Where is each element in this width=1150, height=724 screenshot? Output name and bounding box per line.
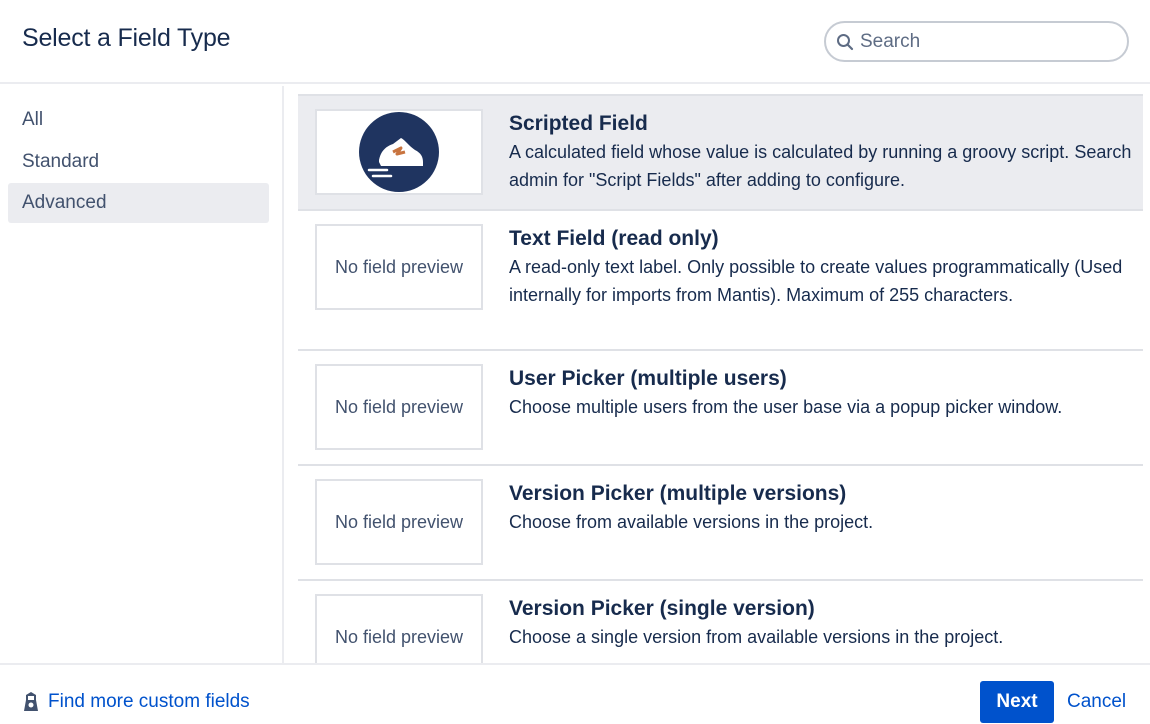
search-box[interactable]	[824, 21, 1129, 62]
dialog-header: Select a Field Type	[0, 0, 1150, 84]
field-preview: No field preview	[315, 364, 483, 450]
sidebar-item-standard[interactable]: Standard	[8, 142, 269, 182]
find-more-custom-fields-link[interactable]: Find more custom fields	[22, 689, 250, 715]
field-name: Scripted Field	[509, 112, 648, 135]
marketplace-icon	[24, 692, 38, 711]
field-preview: No field preview	[315, 594, 483, 663]
field-name: User Picker (multiple users)	[509, 367, 787, 390]
dialog-footer: Find more custom fields Next Cancel	[0, 663, 1150, 724]
field-description: A calculated field whose value is calcul…	[509, 142, 1132, 190]
field-description: Choose a single version from available v…	[509, 627, 1004, 647]
find-more-label[interactable]: Find more custom fields	[48, 691, 250, 713]
cancel-button[interactable]: Cancel	[1067, 691, 1126, 713]
shoe-logo-icon	[359, 112, 439, 192]
field-description: Choose multiple users from the user base…	[509, 397, 1063, 417]
dialog-title: Select a Field Type	[22, 24, 231, 52]
field-name: Text Field (read only)	[509, 227, 719, 250]
search-icon	[837, 34, 854, 51]
search-input[interactable]	[860, 29, 1115, 55]
field-preview: No field preview	[315, 479, 483, 565]
field-item-scripted-field[interactable]: Scripted Field A calculated field whose …	[298, 94, 1143, 211]
field-item-version-picker-single[interactable]: No field preview Version Picker (single …	[298, 581, 1143, 663]
field-description: Choose from available versions in the pr…	[509, 512, 874, 532]
field-name: Version Picker (single version)	[509, 597, 815, 620]
field-description: A read-only text label. Only possible to…	[509, 257, 1123, 305]
field-item-text-field-read-only[interactable]: No field preview Text Field (read only) …	[298, 211, 1143, 351]
field-preview: No field preview	[315, 224, 483, 310]
field-name: Version Picker (multiple versions)	[509, 482, 847, 505]
field-item-user-picker-multiple[interactable]: No field preview User Picker (multiple u…	[298, 351, 1143, 466]
sidebar-item-all[interactable]: All	[8, 100, 269, 140]
sidebar-item-advanced[interactable]: Advanced	[8, 183, 269, 223]
field-type-list: Scripted Field A calculated field whose …	[298, 86, 1143, 663]
field-preview	[315, 109, 483, 195]
field-item-version-picker-multiple[interactable]: No field preview Version Picker (multipl…	[298, 466, 1143, 581]
category-sidebar: All Standard Advanced	[0, 86, 284, 663]
next-button[interactable]: Next	[980, 681, 1054, 723]
